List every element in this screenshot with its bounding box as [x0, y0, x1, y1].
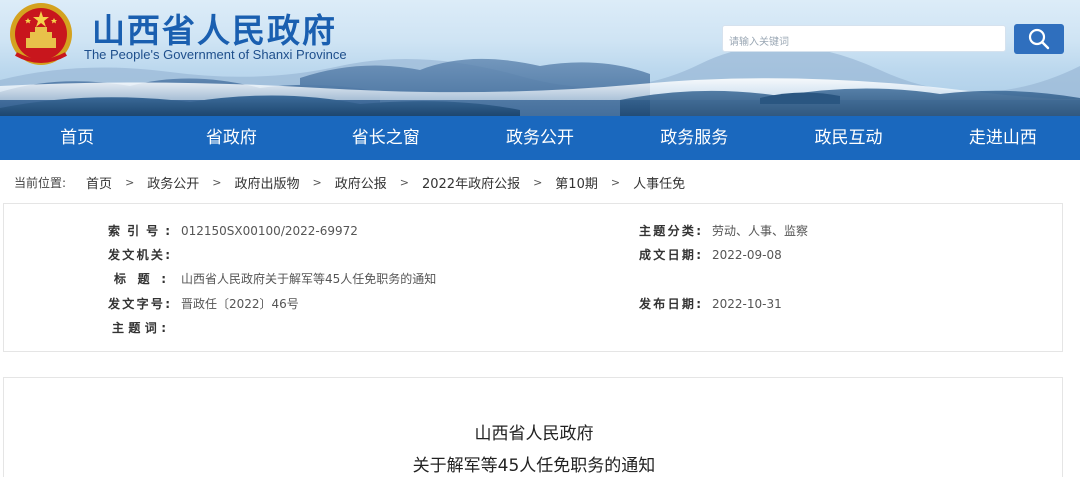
- meta-key: 主题词:: [112, 321, 166, 335]
- nav-item-about-shanxi[interactable]: 走进山西: [926, 116, 1080, 160]
- meta-key: 成文日期:: [639, 248, 701, 262]
- breadcrumb-item[interactable]: 2022年政府公报: [422, 173, 520, 192]
- meta-value: 2022-10-31: [712, 297, 782, 311]
- main-nav: 首页 省政府 省长之窗 政务公开 政务服务 政民互动 走进山西: [0, 116, 1080, 160]
- breadcrumb-item[interactable]: 第10期: [555, 173, 598, 192]
- meta-key: 发文机关:: [108, 248, 170, 262]
- breadcrumb-separator: >: [212, 175, 222, 189]
- breadcrumb-item[interactable]: 政务公开: [147, 173, 199, 192]
- meta-value: 山西省人民政府关于解军等45人任免职务的通知: [181, 272, 437, 286]
- article-title-issuer: 山西省人民政府: [474, 424, 594, 444]
- breadcrumb-item[interactable]: 首页: [86, 173, 112, 192]
- breadcrumb-separator: >: [533, 175, 543, 189]
- breadcrumb-separator: >: [312, 175, 322, 189]
- nav-item-provincial-government[interactable]: 省政府: [154, 116, 308, 160]
- header-banner: 山西省人民政府 The People's Government of Shanx…: [0, 0, 1080, 116]
- search-input[interactable]: 请输入关键词: [722, 25, 1006, 52]
- breadcrumb-item-current[interactable]: 人事任免: [633, 173, 685, 192]
- meta-key: 主题分类:: [639, 224, 701, 238]
- site-subtitle: The People's Government of Shanxi Provin…: [84, 47, 347, 62]
- nav-item-public-interaction[interactable]: 政民互动: [771, 116, 925, 160]
- breadcrumb-item[interactable]: 政府出版物: [235, 173, 300, 192]
- article-body: 山西省人民政府 关于解军等45人任免职务的通知: [3, 377, 1063, 477]
- search-icon: [1028, 28, 1050, 50]
- meta-key: 索引号:: [108, 224, 170, 238]
- breadcrumb-label: 当前位置:: [14, 175, 67, 190]
- meta-key: 发布日期:: [639, 297, 701, 311]
- meta-value: 012150SX00100/2022-69972: [181, 224, 358, 238]
- article-title: 关于解军等45人任免职务的通知: [412, 456, 656, 476]
- nav-item-governor-window[interactable]: 省长之窗: [309, 116, 463, 160]
- nav-item-home[interactable]: 首页: [0, 116, 154, 160]
- national-emblem-icon: [10, 3, 72, 65]
- meta-value: 晋政任〔2022〕46号: [181, 297, 299, 311]
- breadcrumb: 当前位置: 首页 > 政务公开 > 政府出版物 > 政府公报 > 2022年政府…: [14, 172, 685, 192]
- breadcrumb-separator: >: [125, 175, 135, 189]
- nav-item-government-services[interactable]: 政务服务: [617, 116, 771, 160]
- breadcrumb-separator: >: [399, 175, 409, 189]
- meta-key: 发文字号:: [108, 297, 170, 311]
- breadcrumb-item[interactable]: 政府公报: [335, 173, 387, 192]
- search-button[interactable]: [1014, 24, 1064, 54]
- site-title[interactable]: 山西省人民政府: [92, 4, 337, 52]
- meta-value: 2022-09-08: [712, 248, 782, 262]
- meta-value: 劳动、人事、监察: [712, 224, 809, 238]
- document-meta-table: 索引号: 012150SX00100/2022-69972 发文机关: 标题: …: [3, 203, 1063, 352]
- meta-key: 标题:: [114, 272, 166, 286]
- nav-item-government-affairs-open[interactable]: 政务公开: [463, 116, 617, 160]
- breadcrumb-separator: >: [610, 175, 621, 189]
